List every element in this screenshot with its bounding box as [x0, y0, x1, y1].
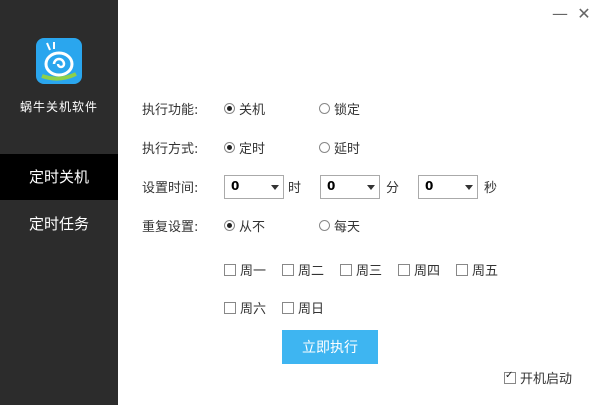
minimize-button[interactable]: — — [550, 4, 570, 24]
checkbox-box — [282, 263, 294, 276]
radio-dot — [319, 142, 330, 153]
checkbox-box — [224, 263, 236, 276]
minute-value: 0 — [327, 179, 336, 193]
radio-dot — [224, 103, 235, 114]
chevron-down-icon — [465, 185, 473, 190]
checkbox-label: 周三 — [356, 264, 383, 279]
checkbox-box — [340, 263, 352, 276]
checkbox-tuesday[interactable]: 周二 — [282, 260, 324, 279]
checkbox-friday[interactable]: 周五 — [456, 260, 498, 279]
checkbox-box — [504, 370, 516, 384]
checkbox-thursday[interactable]: 周四 — [398, 260, 440, 279]
minute-select[interactable]: 0 — [320, 175, 380, 199]
radio-dot — [319, 220, 330, 231]
hour-value: 0 — [231, 179, 240, 193]
radio-dot — [224, 142, 235, 153]
hour-unit: 时 — [288, 181, 302, 196]
chevron-down-icon — [271, 185, 279, 190]
hour-select[interactable]: 0 — [224, 175, 284, 199]
checkbox-box — [398, 263, 410, 276]
radio-never[interactable]: 从不 — [224, 216, 265, 235]
logo-area: 蜗牛关机软件 — [0, 38, 118, 115]
close-button[interactable]: ✕ — [574, 4, 594, 24]
mode-label: 执行方式: — [142, 142, 199, 157]
sidebar: 蜗牛关机软件 定时关机 定时任务 — [0, 0, 118, 405]
radio-daily[interactable]: 每天 — [319, 216, 360, 235]
radio-label: 定时 — [239, 142, 266, 157]
checkbox-label: 周一 — [240, 264, 267, 279]
app-name: 蜗牛关机软件 — [19, 100, 98, 114]
checkbox-sunday[interactable]: 周日 — [282, 298, 324, 317]
startup-checkbox[interactable]: 开机启动 — [504, 368, 572, 387]
snail-logo-icon — [36, 38, 82, 84]
radio-scheduled[interactable]: 定时 — [224, 138, 265, 157]
checkbox-box — [282, 301, 294, 314]
checkbox-label: 周四 — [414, 264, 441, 279]
radio-delay[interactable]: 延时 — [319, 138, 360, 157]
checkbox-box — [456, 263, 468, 276]
startup-label: 开机启动 — [520, 372, 573, 387]
checkbox-wednesday[interactable]: 周三 — [340, 260, 382, 279]
radio-lock[interactable]: 锁定 — [319, 99, 360, 118]
nav-item-scheduled-shutdown[interactable]: 定时关机 — [0, 154, 118, 200]
time-label: 设置时间: — [142, 181, 199, 196]
nav-item-label: 定时任务 — [28, 215, 89, 233]
second-value: 0 — [425, 179, 434, 193]
execute-now-button[interactable]: 立即执行 — [282, 330, 378, 364]
minute-unit: 分 — [386, 181, 400, 196]
checkbox-label: 周日 — [298, 302, 325, 317]
second-select[interactable]: 0 — [418, 175, 478, 199]
second-unit: 秒 — [484, 181, 498, 196]
radio-label: 关机 — [239, 103, 266, 118]
radio-shutdown[interactable]: 关机 — [224, 99, 265, 118]
nav-item-label: 定时关机 — [28, 168, 89, 186]
checkbox-label: 周五 — [472, 264, 499, 279]
function-label: 执行功能: — [142, 103, 199, 118]
checkbox-box — [224, 301, 236, 314]
checkbox-label: 周二 — [298, 264, 325, 279]
checkbox-saturday[interactable]: 周六 — [224, 298, 266, 317]
nav-item-scheduled-tasks[interactable]: 定时任务 — [0, 201, 118, 247]
radio-label: 锁定 — [334, 103, 361, 118]
radio-dot — [224, 220, 235, 231]
radio-label: 延时 — [334, 142, 361, 157]
app-window: 蜗牛关机软件 定时关机 定时任务 — ✕ 执行功能: 关机 锁定 执行方式: 定… — [0, 0, 600, 405]
radio-label: 从不 — [239, 220, 266, 235]
radio-dot — [319, 103, 330, 114]
radio-label: 每天 — [334, 220, 361, 235]
checkbox-label: 周六 — [240, 302, 267, 317]
chevron-down-icon — [367, 185, 375, 190]
checkbox-monday[interactable]: 周一 — [224, 260, 266, 279]
repeat-label: 重复设置: — [142, 220, 199, 235]
